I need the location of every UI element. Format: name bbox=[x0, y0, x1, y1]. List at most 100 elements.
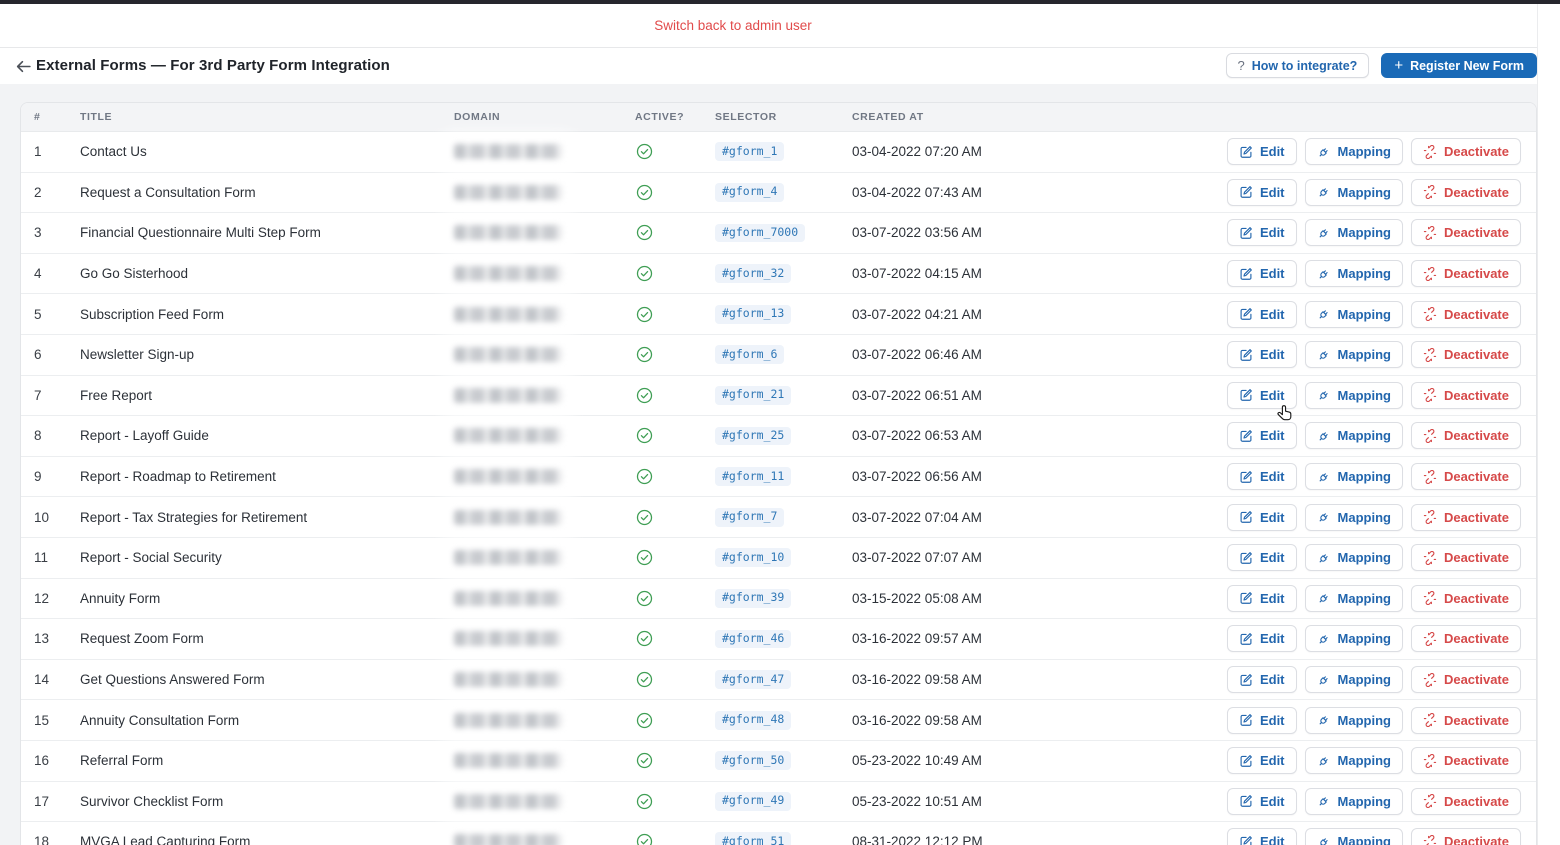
mapping-button[interactable]: Mapping bbox=[1304, 178, 1403, 206]
impersonation-bar: Switch back to admin user bbox=[0, 4, 1560, 48]
form-title: Request a Consultation Form bbox=[80, 184, 256, 200]
deactivate-button[interactable]: Deactivate bbox=[1410, 544, 1521, 572]
deactivate-button[interactable]: Deactivate bbox=[1410, 260, 1521, 288]
blurred-domain-text bbox=[454, 550, 562, 566]
broken-link-icon bbox=[1423, 713, 1437, 728]
broken-link-icon bbox=[1423, 225, 1437, 240]
mapping-label: Mapping bbox=[1337, 590, 1391, 606]
check-circle-icon bbox=[636, 793, 653, 809]
register-new-form-button[interactable]: + Register New Form bbox=[1381, 53, 1537, 78]
mapping-button[interactable]: Mapping bbox=[1304, 666, 1403, 694]
deactivate-button[interactable]: Deactivate bbox=[1410, 422, 1521, 450]
form-title: Report - Tax Strategies for Retirement bbox=[80, 509, 308, 525]
edit-button[interactable]: Edit bbox=[1226, 544, 1297, 572]
edit-button[interactable]: Edit bbox=[1226, 787, 1297, 815]
mapping-button[interactable]: Mapping bbox=[1304, 747, 1403, 775]
deactivate-button[interactable]: Deactivate bbox=[1410, 463, 1521, 491]
deactivate-button[interactable]: Deactivate bbox=[1410, 138, 1521, 166]
mapping-button[interactable]: Mapping bbox=[1304, 544, 1403, 572]
mapping-button[interactable]: Mapping bbox=[1304, 584, 1403, 612]
deactivate-button[interactable]: Deactivate bbox=[1410, 787, 1521, 815]
check-circle-icon bbox=[636, 509, 653, 525]
edit-button[interactable]: Edit bbox=[1226, 666, 1297, 694]
selector-chip: #gform_48 bbox=[715, 710, 792, 730]
deactivate-button[interactable]: Deactivate bbox=[1410, 747, 1521, 775]
edit-button[interactable]: Edit bbox=[1226, 747, 1297, 775]
col-header-title: TITLE bbox=[80, 111, 113, 123]
mapping-button[interactable]: Mapping bbox=[1304, 260, 1403, 288]
row-actions: Edit Mapping Deactivate bbox=[1226, 625, 1521, 653]
back-arrow-icon[interactable] bbox=[12, 55, 34, 77]
edit-button[interactable]: Edit bbox=[1226, 341, 1297, 369]
col-header-active: ACTIVE? bbox=[635, 111, 685, 123]
form-title: Get Questions Answered Form bbox=[80, 672, 265, 688]
edit-pencil-icon bbox=[1240, 430, 1252, 442]
created-at: 03-16-2022 09:58 AM bbox=[852, 672, 982, 688]
form-domain-blurred bbox=[454, 741, 635, 781]
deactivate-button[interactable]: Deactivate bbox=[1410, 625, 1521, 653]
deactivate-button[interactable]: Deactivate bbox=[1410, 503, 1521, 531]
check-circle-icon bbox=[636, 387, 653, 404]
mapping-button[interactable]: Mapping bbox=[1304, 341, 1403, 369]
mapping-button[interactable]: Mapping bbox=[1304, 706, 1403, 734]
selector-chip: #gform_49 bbox=[715, 791, 792, 811]
edit-button[interactable]: Edit bbox=[1226, 138, 1297, 166]
edit-button[interactable]: Edit bbox=[1226, 381, 1297, 409]
selector-chip: #gform_32 bbox=[715, 264, 792, 283]
edit-pencil-icon bbox=[1240, 186, 1252, 199]
edit-label: Edit bbox=[1259, 590, 1285, 606]
switch-back-to-admin-link[interactable]: Switch back to admin user bbox=[654, 4, 812, 48]
edit-button[interactable]: Edit bbox=[1226, 463, 1297, 491]
deactivate-button[interactable]: Deactivate bbox=[1410, 666, 1521, 694]
selector-chip: #gform_47 bbox=[715, 670, 792, 689]
edit-label: Edit bbox=[1259, 225, 1285, 241]
mapping-button[interactable]: Mapping bbox=[1304, 300, 1403, 328]
row-number: 11 bbox=[34, 550, 49, 566]
deactivate-button[interactable]: Deactivate bbox=[1410, 219, 1521, 247]
edit-button[interactable]: Edit bbox=[1226, 178, 1297, 206]
edit-button[interactable]: Edit bbox=[1226, 300, 1297, 328]
deactivate-button[interactable]: Deactivate bbox=[1410, 178, 1521, 206]
deactivate-button[interactable]: Deactivate bbox=[1410, 828, 1521, 845]
deactivate-button[interactable]: Deactivate bbox=[1410, 300, 1521, 328]
edit-button[interactable]: Edit bbox=[1226, 422, 1297, 450]
edit-button[interactable]: Edit bbox=[1226, 584, 1297, 612]
mapping-button[interactable]: Mapping bbox=[1304, 828, 1403, 845]
edit-button[interactable]: Edit bbox=[1226, 219, 1297, 247]
edit-button[interactable]: Edit bbox=[1226, 260, 1297, 288]
edit-button[interactable]: Edit bbox=[1226, 625, 1297, 653]
edit-button[interactable]: Edit bbox=[1226, 503, 1297, 531]
mapping-button[interactable]: Mapping bbox=[1304, 787, 1403, 815]
form-domain-blurred bbox=[454, 132, 635, 172]
edit-button[interactable]: Edit bbox=[1226, 706, 1297, 734]
deactivate-label: Deactivate bbox=[1443, 266, 1509, 282]
mapping-button[interactable]: Mapping bbox=[1304, 219, 1403, 247]
form-domain-blurred bbox=[454, 376, 635, 416]
how-to-integrate-button[interactable]: ? How to integrate? bbox=[1225, 53, 1370, 78]
row-number: 15 bbox=[34, 712, 50, 728]
deactivate-button[interactable]: Deactivate bbox=[1410, 706, 1521, 734]
table-row: 3 Financial Questionnaire Multi Step For… bbox=[21, 213, 1536, 254]
mapping-button[interactable]: Mapping bbox=[1304, 503, 1403, 531]
form-title: Report - Social Security bbox=[80, 550, 222, 566]
deactivate-label: Deactivate bbox=[1443, 184, 1509, 200]
mapping-button[interactable]: Mapping bbox=[1304, 422, 1403, 450]
deactivate-button[interactable]: Deactivate bbox=[1410, 381, 1521, 409]
mapping-label: Mapping bbox=[1337, 184, 1391, 200]
active-status bbox=[635, 630, 715, 647]
mapping-button[interactable]: Mapping bbox=[1304, 381, 1403, 409]
active-status bbox=[635, 509, 715, 526]
deactivate-button[interactable]: Deactivate bbox=[1410, 584, 1521, 612]
mapping-button[interactable]: Mapping bbox=[1304, 463, 1403, 491]
mapping-button[interactable]: Mapping bbox=[1304, 625, 1403, 653]
edit-label: Edit bbox=[1259, 753, 1285, 769]
row-actions: Edit Mapping Deactivate bbox=[1226, 300, 1521, 328]
edit-pencil-icon bbox=[1240, 551, 1252, 564]
active-status bbox=[635, 224, 715, 241]
deactivate-button[interactable]: Deactivate bbox=[1410, 341, 1521, 369]
row-number: 10 bbox=[34, 509, 50, 525]
edit-button[interactable]: Edit bbox=[1226, 828, 1297, 845]
mapping-button[interactable]: Mapping bbox=[1304, 138, 1403, 166]
scrollbar[interactable] bbox=[1537, 4, 1560, 845]
selector-chip: #gform_4 bbox=[715, 182, 785, 202]
